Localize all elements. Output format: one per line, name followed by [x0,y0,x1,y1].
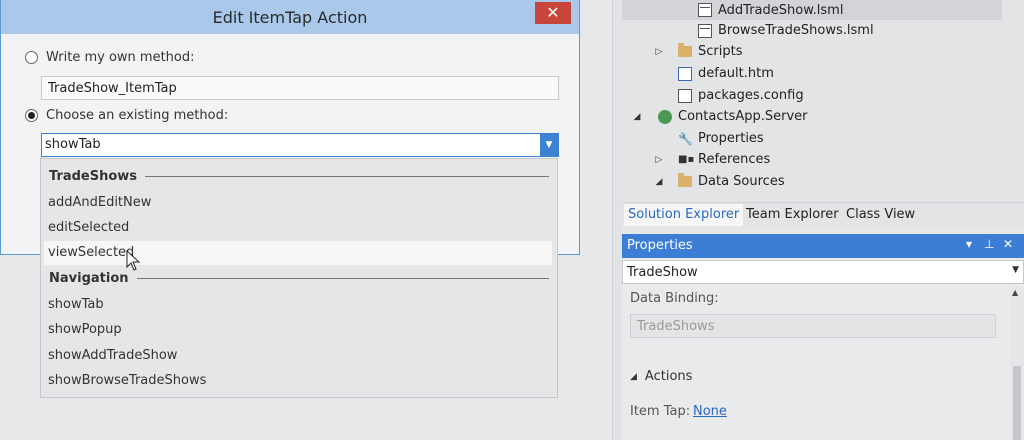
mouse-pointer-icon [126,250,141,271]
properties-header[interactable]: Properties ▾ ⊥ ✕ [622,234,1024,258]
tree-item-label: References [698,152,771,167]
config-file-icon [678,88,692,103]
item-tap-link[interactable]: None [693,404,727,419]
item-tap-label: Item Tap: [630,404,691,419]
radio-choose-existing-method[interactable]: Choose an existing method: [25,108,228,123]
collapse-triangle-icon: ◢ [630,371,637,382]
tab-team-explorer[interactable]: Team Explorer [746,207,839,222]
properties-panel: Properties ▾ ⊥ ✕ TradeShow ▼ Data Bindin… [622,234,1024,440]
actions-section-header[interactable]: ◢ Actions [630,369,692,384]
list-item[interactable]: showTab [48,297,104,312]
method-dropdown-list: TradeShows addAndEditNew editSelected vi… [40,158,558,398]
project-icon [658,109,672,124]
list-item[interactable]: showAddTradeShow [48,348,177,363]
combobox-value: showTab [45,137,101,152]
solution-explorer-tree: AddTradeShow.lsml BrowseTradeShows.lsml … [622,0,1024,202]
properties-title: Properties [627,238,693,253]
close-icon[interactable]: ✕ [1003,237,1013,251]
tree-item-label: Properties [698,131,764,146]
tree-item-label: Scripts [698,44,743,59]
tree-item-properties[interactable]: 🔧 Properties [678,131,764,146]
tree-item-server-project[interactable]: ◢ ContactsApp.Server [632,109,808,124]
tree-item-addtradeshow[interactable]: AddTradeShow.lsml [622,0,1002,20]
panel-splitter[interactable] [612,0,622,440]
references-icon: ■▪ [678,153,695,165]
dropdown-menu-icon[interactable]: ▾ [966,237,972,251]
chevron-down-icon[interactable]: ▼ [1012,265,1019,275]
radio-write-own-method[interactable]: Write my own method: [25,50,194,65]
data-binding-field[interactable]: TradeShows [630,314,996,338]
chevron-down-icon[interactable]: ▼ [540,134,558,156]
object-selector[interactable]: TradeShow ▼ [622,260,1024,284]
scrollbar-thumb[interactable] [1013,366,1021,440]
explorer-tab-strip: Solution Explorer Team Explorer Class Vi… [622,202,1024,226]
object-selector-value: TradeShow [627,265,698,280]
tree-item-browsetradeshows[interactable]: BrowseTradeShows.lsml [698,23,874,38]
collapse-arrow-icon[interactable]: ◢ [654,177,664,187]
tab-solution-explorer[interactable]: Solution Explorer [624,204,744,226]
dialog-title-bar[interactable]: Edit ItemTap Action ✕ [1,0,579,34]
tab-class-view[interactable]: Class View [846,207,915,222]
tree-item-label: ContactsApp.Server [678,109,808,124]
list-item[interactable]: addAndEditNew [48,195,151,210]
tree-item-label: BrowseTradeShows.lsml [718,23,874,38]
close-button[interactable]: ✕ [535,2,571,24]
list-item[interactable]: editSelected [48,220,129,235]
tree-item-data-sources[interactable]: ◢ Data Sources [654,173,785,189]
tree-item-label: default.htm [698,66,774,81]
tree-item-scripts[interactable]: ▷ Scripts [654,43,743,59]
group-header-tradeshows: TradeShows [49,169,549,184]
collapse-arrow-icon[interactable]: ◢ [632,112,642,122]
list-item[interactable]: showBrowseTradeShows [48,373,206,388]
tree-item-default-htm[interactable]: default.htm [678,66,774,81]
lsml-file-icon [698,23,712,38]
tree-item-references[interactable]: ▷ ■▪ References [654,152,771,167]
folder-icon [678,43,692,57]
own-method-input[interactable] [41,76,559,100]
folder-icon [678,173,692,187]
list-item[interactable]: showPopup [48,322,122,337]
radio-button-unchecked[interactable] [25,51,38,64]
scroll-up-icon[interactable]: ▲ [1012,288,1018,297]
tree-item-label: packages.config [698,88,804,103]
group-divider [136,278,549,279]
expand-arrow-icon[interactable]: ▷ [654,155,664,165]
tree-item-label: Data Sources [698,174,785,189]
expand-arrow-icon[interactable]: ▷ [654,47,664,57]
group-divider [145,176,549,177]
data-binding-label: Data Binding: [630,291,719,306]
list-item-hovered[interactable]: viewSelected [44,241,552,265]
group-header-navigation: Navigation [49,271,549,286]
radio-existing-label: Choose an existing method: [46,108,229,123]
wrench-icon: 🔧 [678,131,693,146]
tree-item-packages-config[interactable]: packages.config [678,88,804,103]
properties-scrollbar[interactable]: ▲ [1010,286,1024,440]
radio-button-checked[interactable] [25,109,38,122]
html-file-icon [678,66,692,81]
group-label: Navigation [49,271,129,286]
pin-icon[interactable]: ⊥ [984,237,994,251]
dialog-title: Edit ItemTap Action [212,8,368,27]
section-label: Actions [644,369,693,384]
radio-own-label: Write my own method: [46,50,195,65]
group-label: TradeShows [49,169,138,184]
tree-item-label: AddTradeShow.lsml [718,2,844,18]
method-combobox[interactable]: showTab ▼ [41,133,559,157]
lsml-file-icon [698,3,712,17]
